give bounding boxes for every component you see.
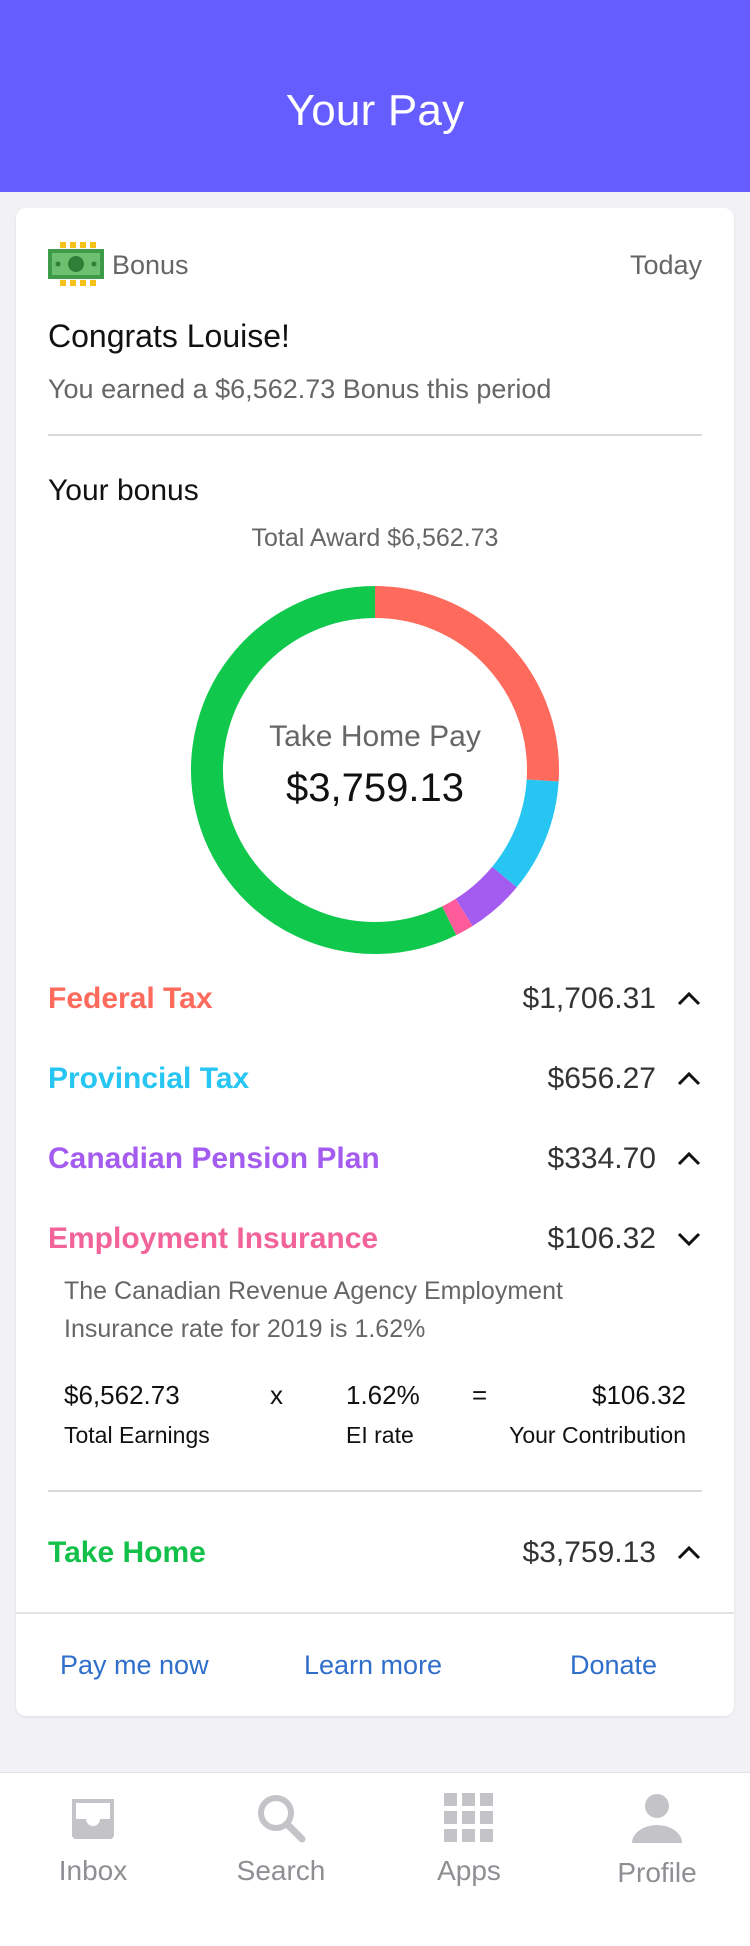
ei-rate-value: 1.62% [346,1380,420,1410]
search-icon [258,1795,306,1843]
chevron-down-icon[interactable] [676,1227,702,1251]
tab-label: Profile [617,1857,697,1888]
total-earnings-caption: Total Earnings [64,1422,210,1448]
pay-me-now-button[interactable]: Pay me now [60,1650,209,1681]
deduction-row-provincial-tax[interactable]: Provincial Tax $656.27 [48,1054,702,1104]
contribution-caption: Your Contribution [509,1422,686,1448]
ei-description: The Canadian Revenue Agency Employment I… [64,1272,694,1348]
contribution-value: $106.32 [592,1380,686,1410]
chevron-up-icon[interactable] [676,1147,702,1171]
tab-label: Search [236,1855,326,1886]
notification-type: Bonus [112,250,189,280]
divider [16,1612,734,1614]
ei-description-line: Insurance rate for 2019 is 1.62% [64,1315,426,1343]
money-bill-icon [48,242,104,286]
deduction-row-canadian-pension-plan[interactable]: Canadian Pension Plan $334.70 [48,1134,702,1184]
bonus-card: Bonus Today Congrats Louise! You earned … [16,208,734,1716]
tab-bar: Inbox Search Apps Profile [0,1772,750,1946]
profile-icon [632,1794,682,1843]
divider [48,434,702,436]
total-earnings-value: $6,562.73 [64,1380,180,1410]
chevron-up-icon[interactable] [676,1541,702,1565]
bonus-summary: You earned a $6,562.73 Bonus this period [48,374,552,404]
deduction-row-employment-insurance[interactable]: Employment Insurance $106.32 [48,1214,702,1264]
deduction-amount: $334.70 [547,1142,656,1175]
tab-search[interactable]: Search [206,1791,356,1911]
ei-description-line: The Canadian Revenue Agency Employment [64,1277,563,1305]
equals-symbol: = [472,1380,488,1410]
deduction-amount: $656.27 [547,1062,656,1095]
tab-label: Inbox [58,1855,128,1886]
chevron-up-icon[interactable] [676,1067,702,1091]
multiply-symbol: x [270,1380,283,1410]
greeting: Congrats Louise! [48,318,290,354]
total-award: Total Award $6,562.73 [251,524,499,552]
donut-center: Take Home Pay $3,759.13 [187,582,563,958]
page-title: Your Pay [285,86,465,135]
tab-inbox[interactable]: Inbox [18,1791,168,1911]
learn-more-button[interactable]: Learn more [304,1650,442,1681]
donut-center-label: Take Home Pay [269,719,481,753]
tab-label: Apps [437,1855,501,1886]
deduction-row-federal-tax[interactable]: Federal Tax $1,706.31 [48,974,702,1024]
take-home-row[interactable]: Take Home $3,759.13 [48,1528,702,1578]
tab-profile[interactable]: Profile [582,1791,732,1911]
deduction-label: Canadian Pension Plan [48,1142,380,1175]
notification-time: Today [629,250,702,280]
app-header: Your Pay [0,0,750,192]
deduction-label: Federal Tax [48,982,213,1015]
pay-breakdown-donut-chart: Take Home Pay $3,759.13 [187,582,563,958]
apps-grid-icon [444,1793,493,1842]
deduction-label: Employment Insurance [48,1222,379,1255]
chevron-up-icon[interactable] [676,987,702,1011]
donate-button[interactable]: Donate [570,1650,657,1681]
take-home-amount: $3,759.13 [522,1536,656,1569]
deduction-label: Provincial Tax [48,1062,250,1095]
inbox-icon [72,1799,114,1839]
take-home-label: Take Home [48,1536,206,1569]
card-header: Bonus Today [48,240,702,292]
deduction-amount: $1,706.31 [522,982,656,1015]
tab-apps[interactable]: Apps [394,1791,544,1911]
donut-center-value: $3,759.13 [286,765,464,810]
section-heading: Your bonus [48,474,199,507]
ei-rate-caption: EI rate [346,1422,414,1448]
divider [48,1490,702,1492]
deduction-amount: $106.32 [547,1222,656,1255]
